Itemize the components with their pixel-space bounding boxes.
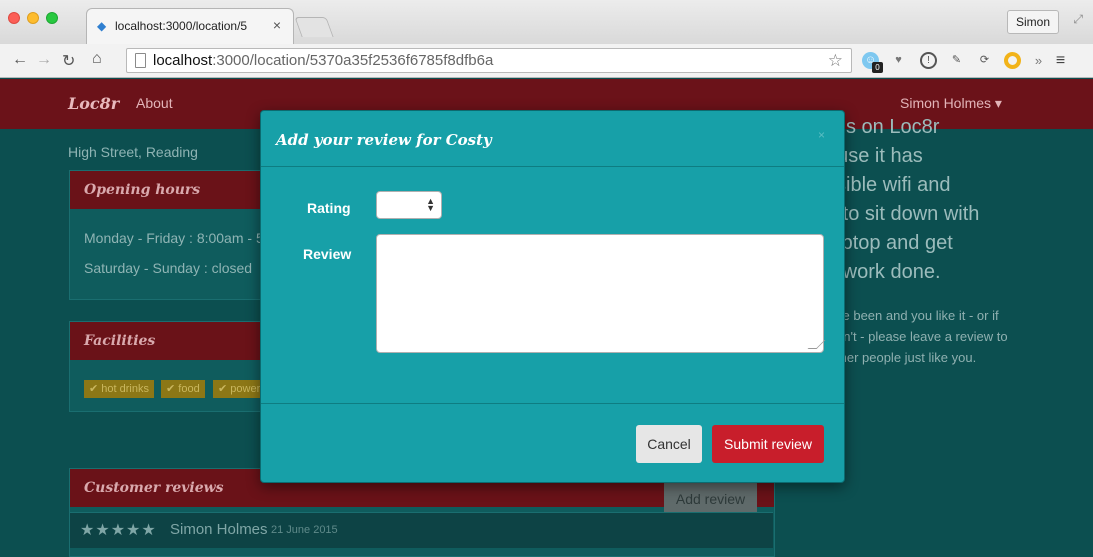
facilities-title: Facilities	[70, 322, 268, 360]
diamond-icon: ◆	[97, 19, 107, 33]
nav-about-link[interactable]: About	[136, 95, 173, 111]
sidebar-small-line: ve been and you like it - or if	[836, 308, 999, 323]
sidebar-small-line: ther people just like you.	[836, 350, 977, 365]
select-arrows-icon: ▲ ▼	[426, 196, 435, 213]
fullscreen-icon[interactable]: ⤢	[1073, 12, 1083, 27]
review-author: Simon Holmes	[170, 521, 268, 538]
profile-button[interactable]: Simon	[1006, 10, 1059, 34]
modal-footer: Cancel Submit review	[261, 403, 844, 482]
opening-hours-line: Monday - Friday : 8:00am - 5	[84, 230, 264, 246]
cancel-button[interactable]: Cancel	[636, 425, 702, 463]
rating-select[interactable]: ▲ ▼	[376, 191, 442, 219]
modal-title: Add your review for Costy	[276, 131, 492, 149]
close-icon[interactable]: ×	[818, 128, 825, 142]
review-label: Review	[303, 246, 352, 262]
maximize-window-button[interactable]	[46, 12, 58, 24]
browser-tab[interactable]: ◆ localhost:3000/location/5 ×	[86, 8, 294, 44]
browser-toolbar: ← → ↻ ⌂ localhost:3000/location/5370a35f…	[0, 44, 1093, 78]
facilities-panel: Facilities ✔ hot drinks ✔ food ✔ power	[69, 321, 269, 412]
close-window-button[interactable]	[8, 12, 20, 24]
add-review-button[interactable]: Add review	[664, 482, 757, 516]
new-tab-button[interactable]	[294, 17, 334, 37]
facility-tag: ✔ hot drinks	[84, 380, 154, 398]
review-textarea[interactable]	[376, 234, 824, 353]
sidebar-text-line: laptop and get	[826, 232, 953, 254]
page-icon	[135, 53, 146, 68]
minimize-window-button[interactable]	[27, 12, 39, 24]
add-review-modal: Add your review for Costy × Rating ▲ ▼ Re…	[260, 110, 845, 483]
reload-icon[interactable]: ↻	[62, 51, 75, 71]
back-arrow-icon[interactable]: ←	[12, 51, 28, 69]
review-date: 21 June 2015	[271, 524, 338, 536]
address-bar[interactable]: localhost:3000/location/5370a35f2536f678…	[126, 48, 852, 73]
location-address: High Street, Reading	[68, 144, 198, 160]
opening-hours-title: Opening hours	[70, 171, 268, 209]
user-menu[interactable]: Simon Holmes ▾	[900, 95, 1002, 112]
review-item: ★★★★★ Simon Holmes 21 June 2015	[70, 512, 773, 548]
extension-badge: 0	[872, 62, 883, 73]
close-tab-button[interactable]: ×	[273, 17, 281, 33]
submit-review-button[interactable]: Submit review	[712, 425, 824, 463]
bookmark-star-icon[interactable]: ☆	[828, 51, 843, 71]
tab-title: localhost:3000/location/5	[115, 19, 248, 33]
forward-arrow-icon[interactable]: →	[36, 51, 52, 69]
info-extension-icon[interactable]: !	[920, 52, 937, 69]
orange-circle-extension-icon[interactable]	[1004, 52, 1021, 69]
url-text[interactable]: localhost:3000/location/5370a35f2536f678…	[153, 52, 493, 69]
sidebar-small-line: on't - please leave a review to	[836, 329, 1008, 344]
review-rating-stars: ★★★★★	[80, 522, 157, 539]
opening-hours-panel: Opening hours Monday - Friday : 8:00am -…	[69, 170, 269, 300]
facility-tag: ✔ power	[213, 380, 266, 398]
home-icon[interactable]: ⌂	[92, 50, 102, 68]
menu-icon[interactable]: ≡	[1052, 52, 1069, 69]
modal-header: Add your review for Costy ×	[261, 111, 844, 167]
site-logo[interactable]: Loc8r	[68, 94, 119, 113]
sidebar-text-line: e to sit down with	[826, 203, 980, 225]
rating-label: Rating	[307, 200, 351, 216]
opening-hours-line: Saturday - Sunday : closed	[84, 260, 253, 276]
sync-extension-icon[interactable]: ⟳	[976, 52, 993, 69]
more-extensions-icon[interactable]: »	[1030, 52, 1047, 69]
evernote-extension-icon[interactable]: ✎	[948, 52, 965, 69]
browser-tab-bar: ◆ localhost:3000/location/5 × Simon ⤢	[0, 0, 1093, 44]
facility-tag: ✔ food	[161, 380, 205, 398]
shield-extension-icon[interactable]: ♥	[890, 52, 907, 69]
